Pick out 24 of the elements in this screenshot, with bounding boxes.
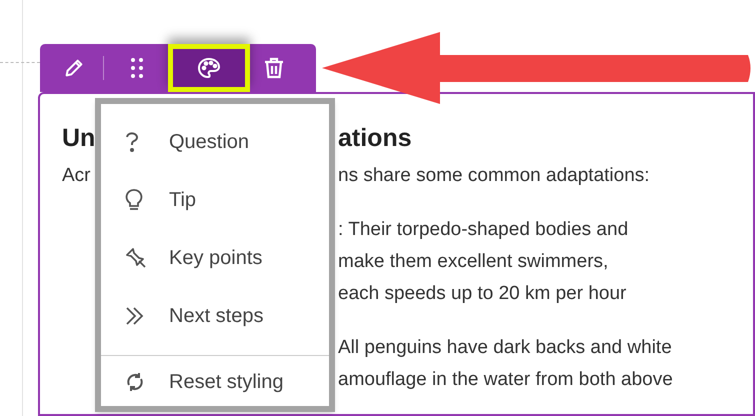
double-chevron-icon: [125, 306, 145, 326]
body-text: All penguins have dark backs and white: [338, 336, 672, 360]
menu-item[interactable]: Reset styling: [101, 356, 329, 408]
refresh-icon: [125, 372, 145, 392]
palette-icon: [197, 57, 221, 79]
heading-text: ations: [338, 123, 412, 154]
body-text: each speeds up to 20 km per hour: [338, 282, 626, 306]
body-text: Acr: [62, 164, 90, 188]
lightbulb-icon: [125, 189, 143, 211]
trash-icon: [264, 57, 284, 79]
body-text: ns share some common adaptations:: [338, 164, 650, 188]
body-text: : Their torpedo-shaped bodies and: [338, 218, 628, 242]
menu-item[interactable]: Question: [101, 113, 329, 171]
menu-item[interactable]: Tip: [101, 171, 329, 229]
pin-icon: [125, 247, 147, 269]
question-icon: [125, 132, 139, 152]
menu-item[interactable]: Next steps: [101, 287, 329, 345]
menu-item[interactable]: Key points: [101, 229, 329, 287]
style-button[interactable]: [168, 44, 250, 92]
pencil-icon: [62, 57, 84, 79]
body-text: amouflage in the water from both above: [338, 368, 673, 392]
heading-text: Un: [62, 123, 96, 154]
drag-handle-icon: [130, 57, 144, 79]
body-text: make them excellent swimmers,: [338, 250, 608, 274]
